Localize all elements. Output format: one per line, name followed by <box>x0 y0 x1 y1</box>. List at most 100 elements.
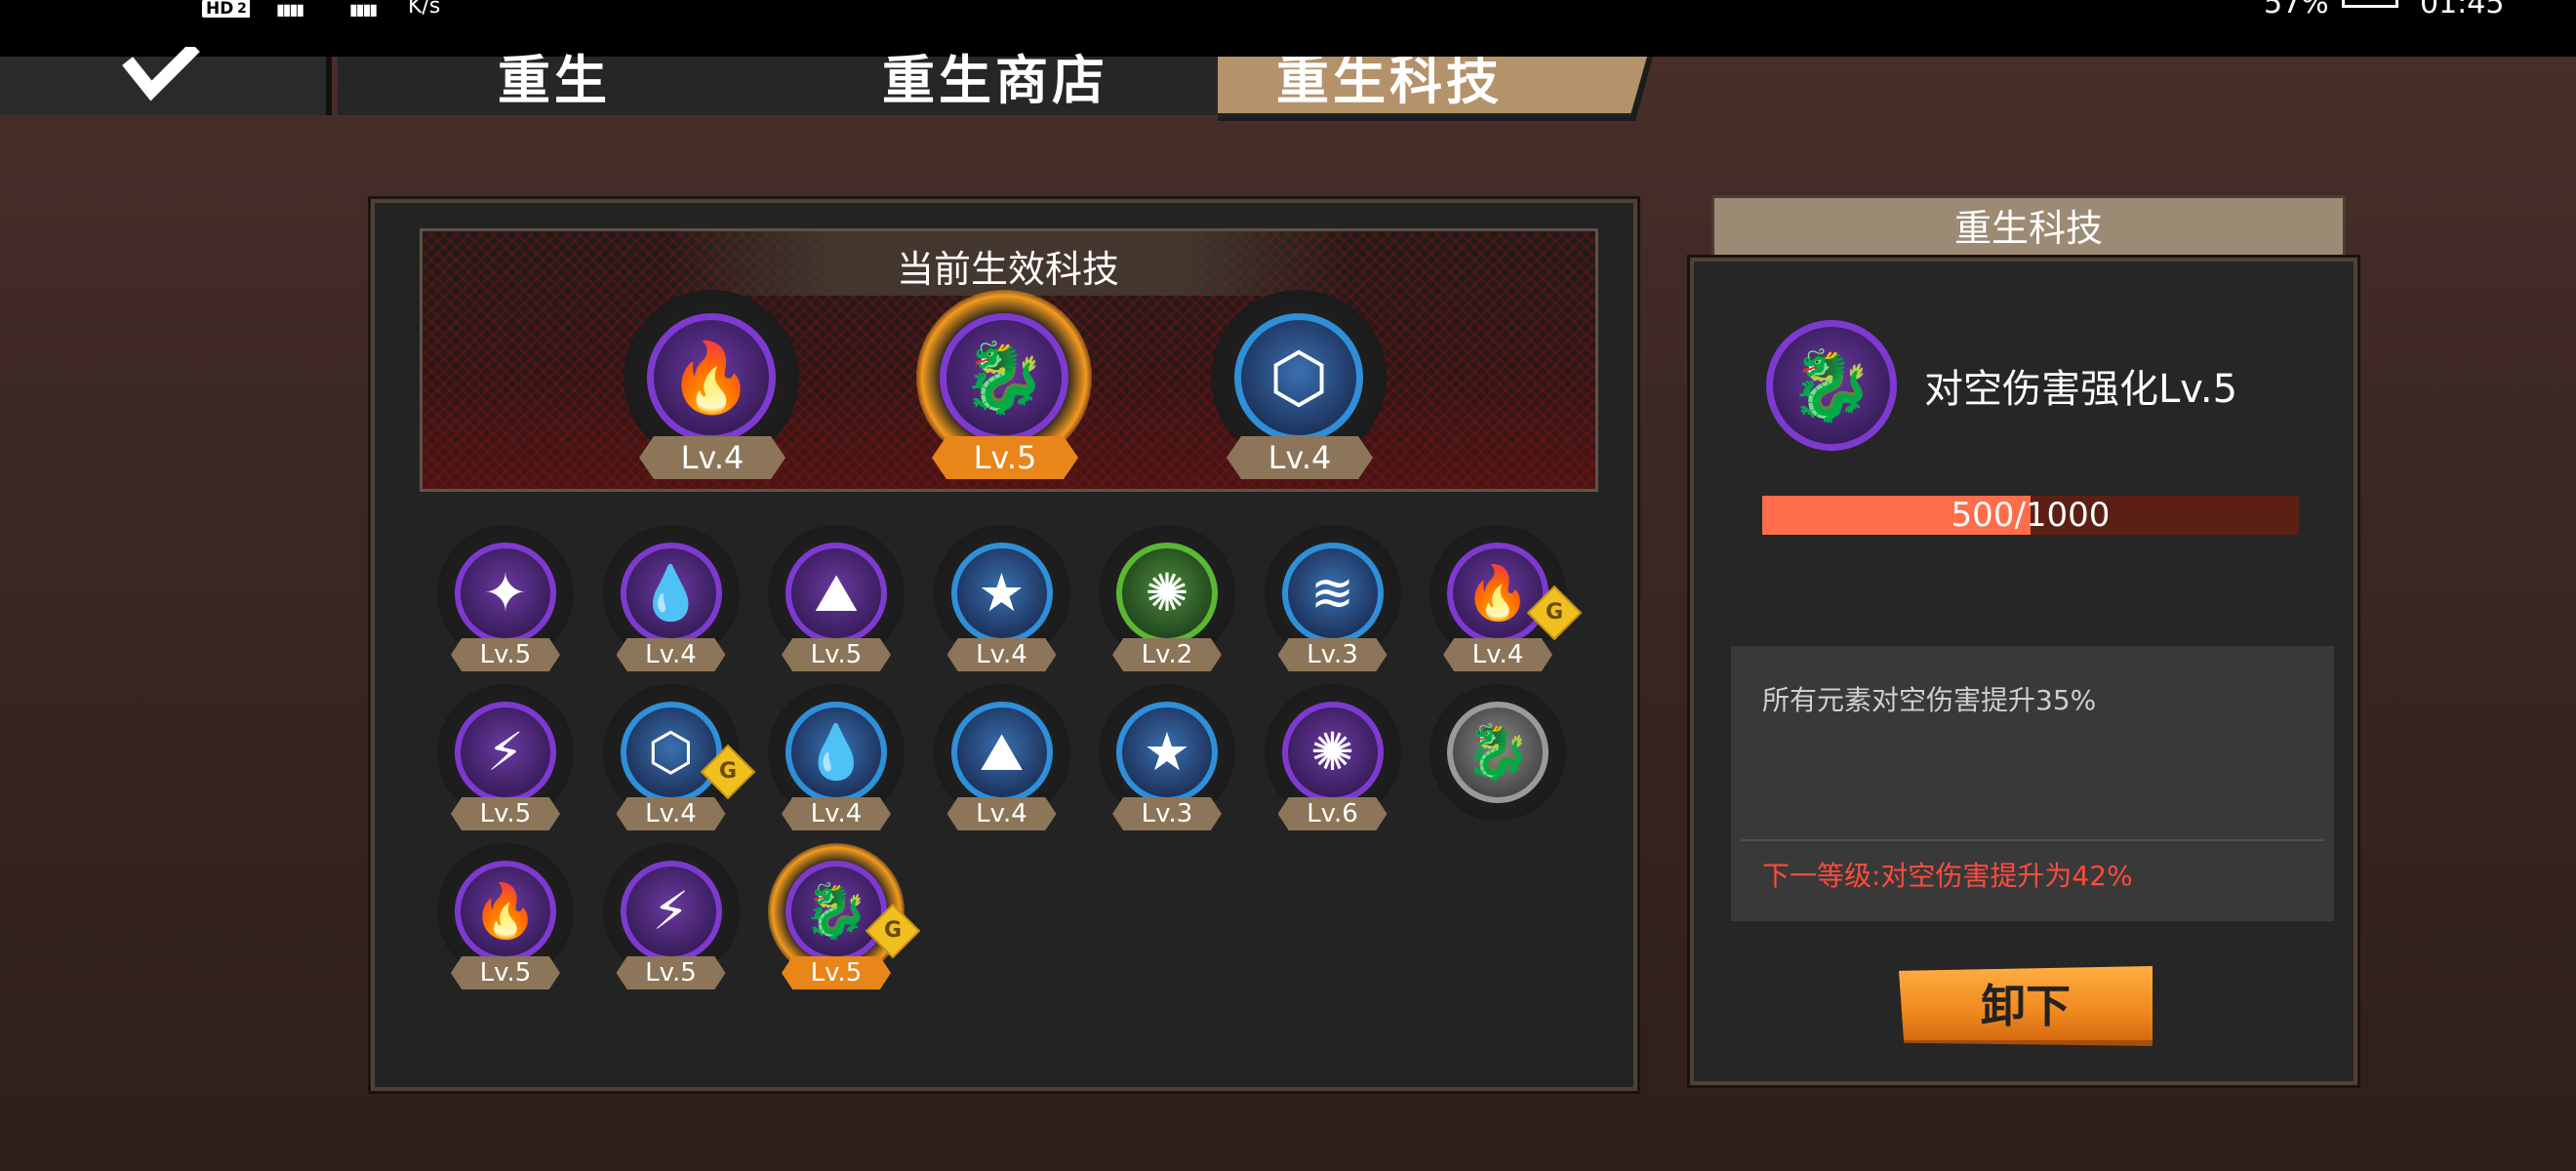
void-ring-icon-glyph: ⬡ <box>647 721 695 783</box>
gold-star-icon: ★ <box>950 543 1053 644</box>
tech-slot[interactable]: ✦ Lv.5 <box>437 525 574 671</box>
dragon-icon: 🐉 <box>1447 702 1549 803</box>
level-label: Lv.5 <box>782 638 891 671</box>
level-label: Lv.2 <box>1112 638 1222 671</box>
active-title-banner: 当前生效科技 <box>666 231 1349 296</box>
level-label: Lv.4 <box>946 638 1057 671</box>
battery-icon <box>2342 0 2398 8</box>
detail-panel: 🐉 对空伤害强化Lv.5 500/1000 所有元素对空伤害提升35% 下一等级… <box>1687 255 2360 1088</box>
fire-icon-glyph: 🔥 <box>472 880 539 942</box>
tech-slot[interactable]: ★ Lv.4 <box>933 525 1070 671</box>
tech-slot[interactable]: ★ Lv.3 <box>1099 684 1235 830</box>
clock: 01:45 <box>2420 0 2505 20</box>
tech-slot[interactable]: ⚡ Lv.5 <box>437 684 574 830</box>
light-crystal-icon-glyph: ✦ <box>483 562 528 624</box>
unequip-button[interactable]: 卸下 <box>1899 966 2153 1046</box>
gold-star-icon-glyph: ★ <box>1143 721 1191 783</box>
active-tech-title: 当前生效科技 <box>896 248 1119 291</box>
fire-icon: 🔥 <box>1447 543 1549 644</box>
earth-rock-icon: ⛰ <box>950 702 1053 803</box>
tech-slot[interactable]: 💧 Lv.4 <box>602 525 740 671</box>
level-label: Lv.5 <box>451 797 560 830</box>
level-label: Lv.4 <box>1227 436 1373 479</box>
signal-icon: ▮▮▮▮ <box>276 0 304 19</box>
tech-slot[interactable]: ⛰ Lv.5 <box>768 525 905 671</box>
back-button[interactable] <box>0 47 332 115</box>
earth-rock-icon: ⛰ <box>785 543 887 644</box>
lightning-dragon-icon-glyph: 🐉 <box>961 338 1047 418</box>
status-bar: HD 2 ▮▮▮▮ ▮▮▮▮ K/s 57% 01:45 <box>0 0 2576 57</box>
level-label: Lv.5 <box>782 956 891 989</box>
poison-icon: ✺ <box>1281 702 1384 803</box>
tech-slot[interactable]: 🔥 Lv.4 G <box>1429 525 1583 671</box>
effect-description-box: 所有元素对空伤害提升35% 下一等级:对空伤害提升为42% <box>1731 646 2334 921</box>
level-label: Lv.3 <box>1112 797 1222 830</box>
level-label: Lv.4 <box>616 797 726 830</box>
level-label: Lv.3 <box>1277 638 1388 671</box>
tech-slot[interactable]: ⛰ Lv.4 <box>933 684 1070 830</box>
poison-icon-glyph: ✺ <box>1309 721 1355 783</box>
water-drop-icon-glyph: 💧 <box>637 562 704 624</box>
level-label: Lv.4 <box>782 797 891 830</box>
dragon-icon-glyph: 🐉 <box>1465 721 1531 783</box>
void-ring-icon: ⬡ <box>1234 313 1363 442</box>
battery-percent: 57% <box>2264 0 2329 20</box>
tech-slot[interactable]: ⬡ Lv.4 G <box>602 684 755 830</box>
tech-slot[interactable]: 🔥 Lv.5 <box>437 843 574 989</box>
water-drop-icon: 💧 <box>620 543 722 644</box>
lightning-dragon-icon-glyph: 🐉 <box>803 880 869 942</box>
tech-slot[interactable]: 🐉 Lv.5 <box>916 290 1092 479</box>
light-crystal-icon: ✦ <box>455 543 556 644</box>
tab-bar: 重生 重生商店 重生科技 <box>0 47 2576 121</box>
level-label: Lv.4 <box>616 638 726 671</box>
tech-slot[interactable]: ⚡ Lv.5 <box>602 843 740 989</box>
lightning-icon: ⚡ <box>455 702 556 803</box>
tech-slot[interactable]: ✺ Lv.6 <box>1264 684 1401 830</box>
divider <box>1741 839 2324 841</box>
g-badge-label: G <box>883 918 903 943</box>
g-badge-label: G <box>718 759 737 784</box>
level-label: Lv.5 <box>451 956 560 989</box>
tech-slot[interactable]: 💧 Lv.4 <box>768 684 905 830</box>
tab-strip: 重生 重生商店 <box>338 50 1220 115</box>
poison-icon: ✺ <box>1116 543 1218 644</box>
current-effect-text: 所有元素对空伤害提升35% <box>1762 684 2097 716</box>
lightning-dragon-icon: 🐉 <box>1766 320 1897 451</box>
fire-icon-glyph: 🔥 <box>668 338 754 418</box>
tech-panel: 当前生效科技 🔥 Lv.4 🐉 Lv.5 ⬡ Lv.4 ✦ Lv.5 💧 Lv.4 ⛰ Lv.5 ★ L… <box>368 196 1640 1094</box>
lightning-dragon-icon: 🐉 <box>940 313 1068 442</box>
tech-slot[interactable]: ✺ Lv.2 <box>1099 525 1235 671</box>
tech-slot[interactable]: ⬡ Lv.4 <box>1211 290 1387 479</box>
progress-text: 500/1000 <box>1951 496 2111 535</box>
network-speed-unit: K/s <box>408 0 441 19</box>
earth-rock-icon-glyph: ⛰ <box>814 562 859 624</box>
void-ring-icon-glyph: ⬡ <box>1268 338 1329 418</box>
back-arrow-icon <box>122 47 200 101</box>
tech-slot[interactable]: 🐉 Lv.5 G <box>768 843 921 989</box>
wind-icon: ≋ <box>1281 543 1384 644</box>
g-badge-label: G <box>1545 600 1564 625</box>
active-tech-box: 当前生效科技 🔥 Lv.4 🐉 Lv.5 ⬡ Lv.4 <box>420 228 1598 492</box>
lightning-icon-glyph: ⚡ <box>487 721 524 783</box>
signal-icon: ▮▮▮▮ <box>349 0 378 19</box>
lightning-dragon-icon: 🐉 <box>785 861 887 962</box>
fire-icon: 🔥 <box>647 313 776 442</box>
water-drop-icon: 💧 <box>785 702 887 803</box>
tech-slot[interactable]: ≋ Lv.3 <box>1264 525 1401 671</box>
tech-slot[interactable]: 🐉 <box>1429 684 1566 830</box>
tab-rebirth-shop[interactable]: 重生商店 <box>882 37 1108 114</box>
water-drop-icon-glyph: 💧 <box>803 721 869 783</box>
tech-slot[interactable]: 🔥 Lv.4 <box>624 290 799 479</box>
lightning-icon: ⚡ <box>620 861 722 962</box>
gold-star-icon-glyph: ★ <box>978 562 1026 624</box>
level-label: Lv.4 <box>639 436 785 479</box>
tab-rebirth[interactable]: 重生 <box>498 37 611 114</box>
tab-rebirth-tech[interactable]: 重生科技 <box>1218 57 1647 117</box>
hd-badge: HD <box>202 0 238 18</box>
level-label: Lv.4 <box>1443 638 1552 671</box>
sim-slot-badge: 2 <box>234 0 250 18</box>
level-label: Lv.4 <box>946 797 1057 830</box>
void-ring-icon: ⬡ <box>620 702 722 803</box>
detail-panel-title: 重生科技 <box>1711 195 2346 260</box>
fire-icon: 🔥 <box>455 861 556 962</box>
